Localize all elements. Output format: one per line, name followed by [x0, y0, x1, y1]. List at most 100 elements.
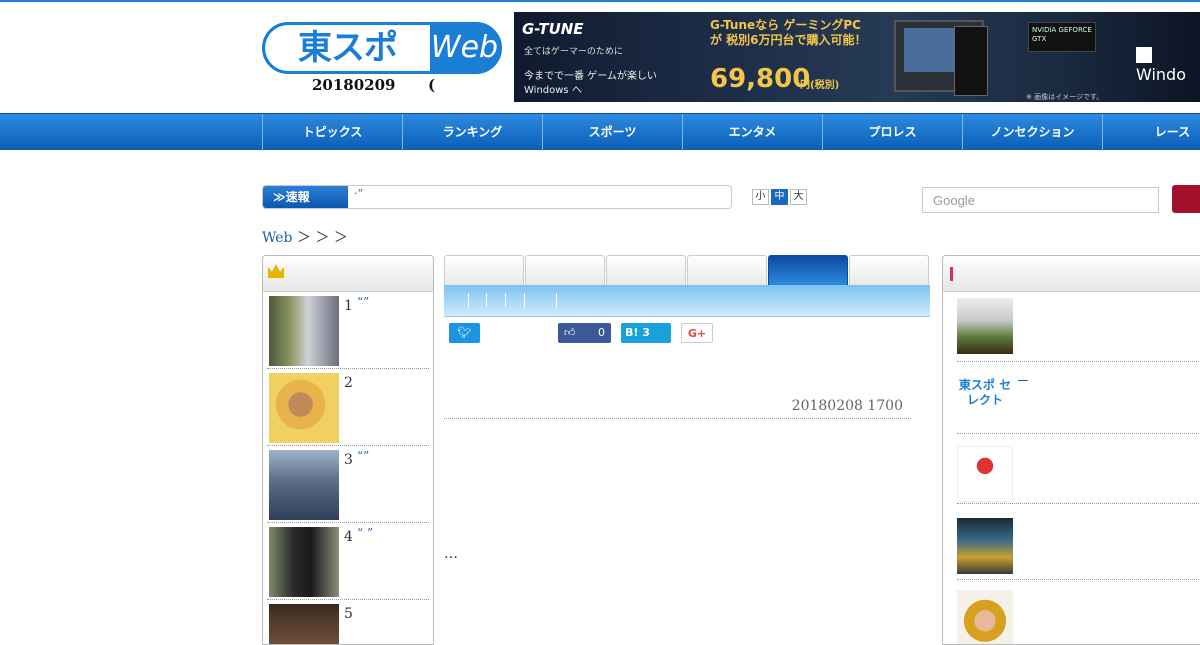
banner-windows-text: Windo — [1136, 65, 1186, 84]
tab[interactable] — [525, 255, 605, 285]
sidebar-item[interactable] — [957, 514, 1200, 580]
ranking-title[interactable]: “” — [357, 296, 427, 309]
ranking-thumbnail[interactable] — [269, 373, 339, 443]
tab-active[interactable] — [768, 255, 848, 285]
breadcrumb-home-link[interactable]: Web — [262, 230, 293, 246]
sidebar-header — [943, 256, 1200, 292]
twitter-icon: 🐦︎ — [457, 326, 472, 339]
facebook-like-button[interactable]: 👍︎ 0 — [558, 323, 611, 343]
twitter-share-button[interactable]: 🐦︎ — [449, 323, 480, 343]
main-nav-bar: トピックス ランキング スポーツ エンタメ プロレス ノンセクション レース — [0, 113, 1200, 151]
ranking-item[interactable]: 1 “” — [267, 292, 429, 369]
subtab-divider — [468, 293, 469, 307]
subtab-divider — [556, 293, 557, 307]
article-published-date: 20180208 1700 — [444, 398, 911, 419]
breadcrumb-separators: ＞ ＞ ＞ — [296, 230, 348, 246]
ranking-thumbnail[interactable] — [269, 604, 339, 644]
google-plus-button[interactable]: G+ — [681, 323, 713, 343]
subtab-divider — [486, 293, 487, 307]
ranking-number: 5 — [344, 606, 353, 622]
logo-web-text: Web — [430, 30, 499, 65]
top-accent-line — [0, 0, 1200, 2]
tospo-select-logo[interactable]: 東スポ セレクト — [957, 378, 1013, 424]
search-input[interactable]: Google — [922, 187, 1159, 213]
banner-note: ※ 画像はイメージです。 — [1026, 93, 1104, 101]
ranking-item[interactable]: 5 — [267, 600, 429, 644]
nav-nonsection[interactable]: ノンセクション — [962, 114, 1102, 151]
crown-icon — [268, 264, 284, 278]
banner-gpu-badge: NVIDIA GEFORCE GTX — [1028, 22, 1096, 52]
hatena-bookmark-button[interactable]: B! 3 — [621, 323, 671, 343]
tab[interactable] — [849, 255, 929, 285]
ranking-number: 2 — [344, 375, 353, 391]
thumbs-up-icon: 👍︎ — [564, 326, 576, 339]
banner-copy: 今までで一番 ゲームが楽しい Windows へ — [524, 71, 657, 96]
nav-entame[interactable]: エンタメ — [682, 114, 822, 151]
subtab-divider — [505, 293, 506, 307]
hatena-count: 3 — [642, 326, 650, 339]
ranking-number: 4 — [344, 529, 353, 545]
hatena-label: B! — [625, 326, 639, 339]
breaking-news-label: ≫速報 — [263, 186, 348, 208]
header-date-weekday: ( — [428, 76, 436, 94]
search-button[interactable] — [1172, 185, 1200, 213]
sidebar-item[interactable] — [957, 444, 1200, 504]
sidebar-thumbnail[interactable] — [957, 298, 1013, 354]
ranking-item[interactable]: 4 “ ” — [267, 523, 429, 600]
sidebar-item[interactable] — [957, 590, 1200, 644]
font-size-small-button[interactable]: 小 — [752, 189, 769, 205]
nav-ranking[interactable]: ランキング — [402, 114, 542, 151]
ranking-thumbnail[interactable] — [269, 527, 339, 597]
sidebar-item[interactable]: 東スポ セレクト — [957, 370, 1200, 434]
sidebar-thumbnail[interactable] — [957, 590, 1013, 644]
tab[interactable] — [687, 255, 767, 285]
sidebar-thumbnail[interactable] — [957, 518, 1013, 574]
banner-pc-tower-image — [954, 26, 988, 96]
banner-price-suffix: 円(税別) — [800, 80, 840, 91]
ranking-item[interactable]: 2 — [267, 369, 429, 446]
ranking-number: 1 — [344, 298, 353, 314]
breaking-news-text[interactable]: ·“ — [348, 186, 731, 208]
right-sidebar: 東スポ セレクト — [942, 255, 1200, 645]
breaking-news-bar: ≫速報 ·“ — [262, 185, 732, 209]
tab[interactable] — [606, 255, 686, 285]
ranking-title[interactable]: “ ” — [357, 527, 427, 540]
header-date: 20180209 — [312, 76, 396, 94]
google-plus-label: G+ — [687, 327, 707, 340]
sub-tabs — [444, 285, 930, 317]
tab[interactable] — [444, 255, 524, 285]
font-size-large-button[interactable]: 大 — [790, 189, 807, 205]
banner-brand: G-TUNE — [522, 20, 584, 38]
logo-text: 東スポ — [265, 25, 430, 71]
sidebar-thumbnail[interactable] — [957, 446, 1013, 502]
nav-topics[interactable]: トピックス — [262, 114, 402, 151]
subtab-divider — [524, 293, 525, 307]
ranking-panel: 1 “” 2 3 “” 4 “ ” 5 — [262, 255, 434, 645]
windows-icon — [1136, 47, 1152, 63]
banner-windows-logo: Windo — [1136, 46, 1200, 84]
facebook-like-count: 0 — [598, 326, 605, 339]
banner-headline: G-Tuneなら ゲーミングPCが 税別6万円台で購入可能！ — [710, 18, 867, 47]
main-nav: トピックス ランキング スポーツ エンタメ プロレス ノンセクション レース — [262, 114, 1200, 151]
ranking-item[interactable]: 3 “” — [267, 446, 429, 523]
banner-price: 69,800 — [710, 64, 811, 94]
breadcrumb: Web ＞ ＞ ＞ — [262, 227, 348, 247]
font-size-switcher: 小 中 大 — [752, 189, 807, 205]
ad-banner[interactable]: G-TUNE 全てはゲーマーのために 今までで一番 ゲームが楽しい Window… — [514, 12, 1200, 102]
ranking-thumbnail[interactable] — [269, 450, 339, 520]
site-logo[interactable]: 東スポ Web — [262, 22, 502, 74]
sidebar-select-link[interactable] — [1018, 380, 1028, 381]
sidebar-header-marker — [950, 267, 953, 281]
ranking-title[interactable]: “” — [357, 450, 427, 463]
nav-race[interactable]: レース — [1102, 114, 1200, 151]
ranking-header — [263, 256, 433, 292]
banner-tagline: 全てはゲーマーのために — [524, 47, 623, 57]
article-tabs — [444, 255, 930, 285]
ranking-thumbnail[interactable] — [269, 296, 339, 366]
ranking-number: 3 — [344, 452, 353, 468]
sidebar-item[interactable] — [957, 298, 1200, 362]
font-size-medium-button[interactable]: 中 — [771, 189, 788, 205]
nav-prowrestling[interactable]: プロレス — [822, 114, 962, 151]
nav-sports[interactable]: スポーツ — [542, 114, 682, 151]
article-ellipsis: … — [444, 546, 458, 562]
